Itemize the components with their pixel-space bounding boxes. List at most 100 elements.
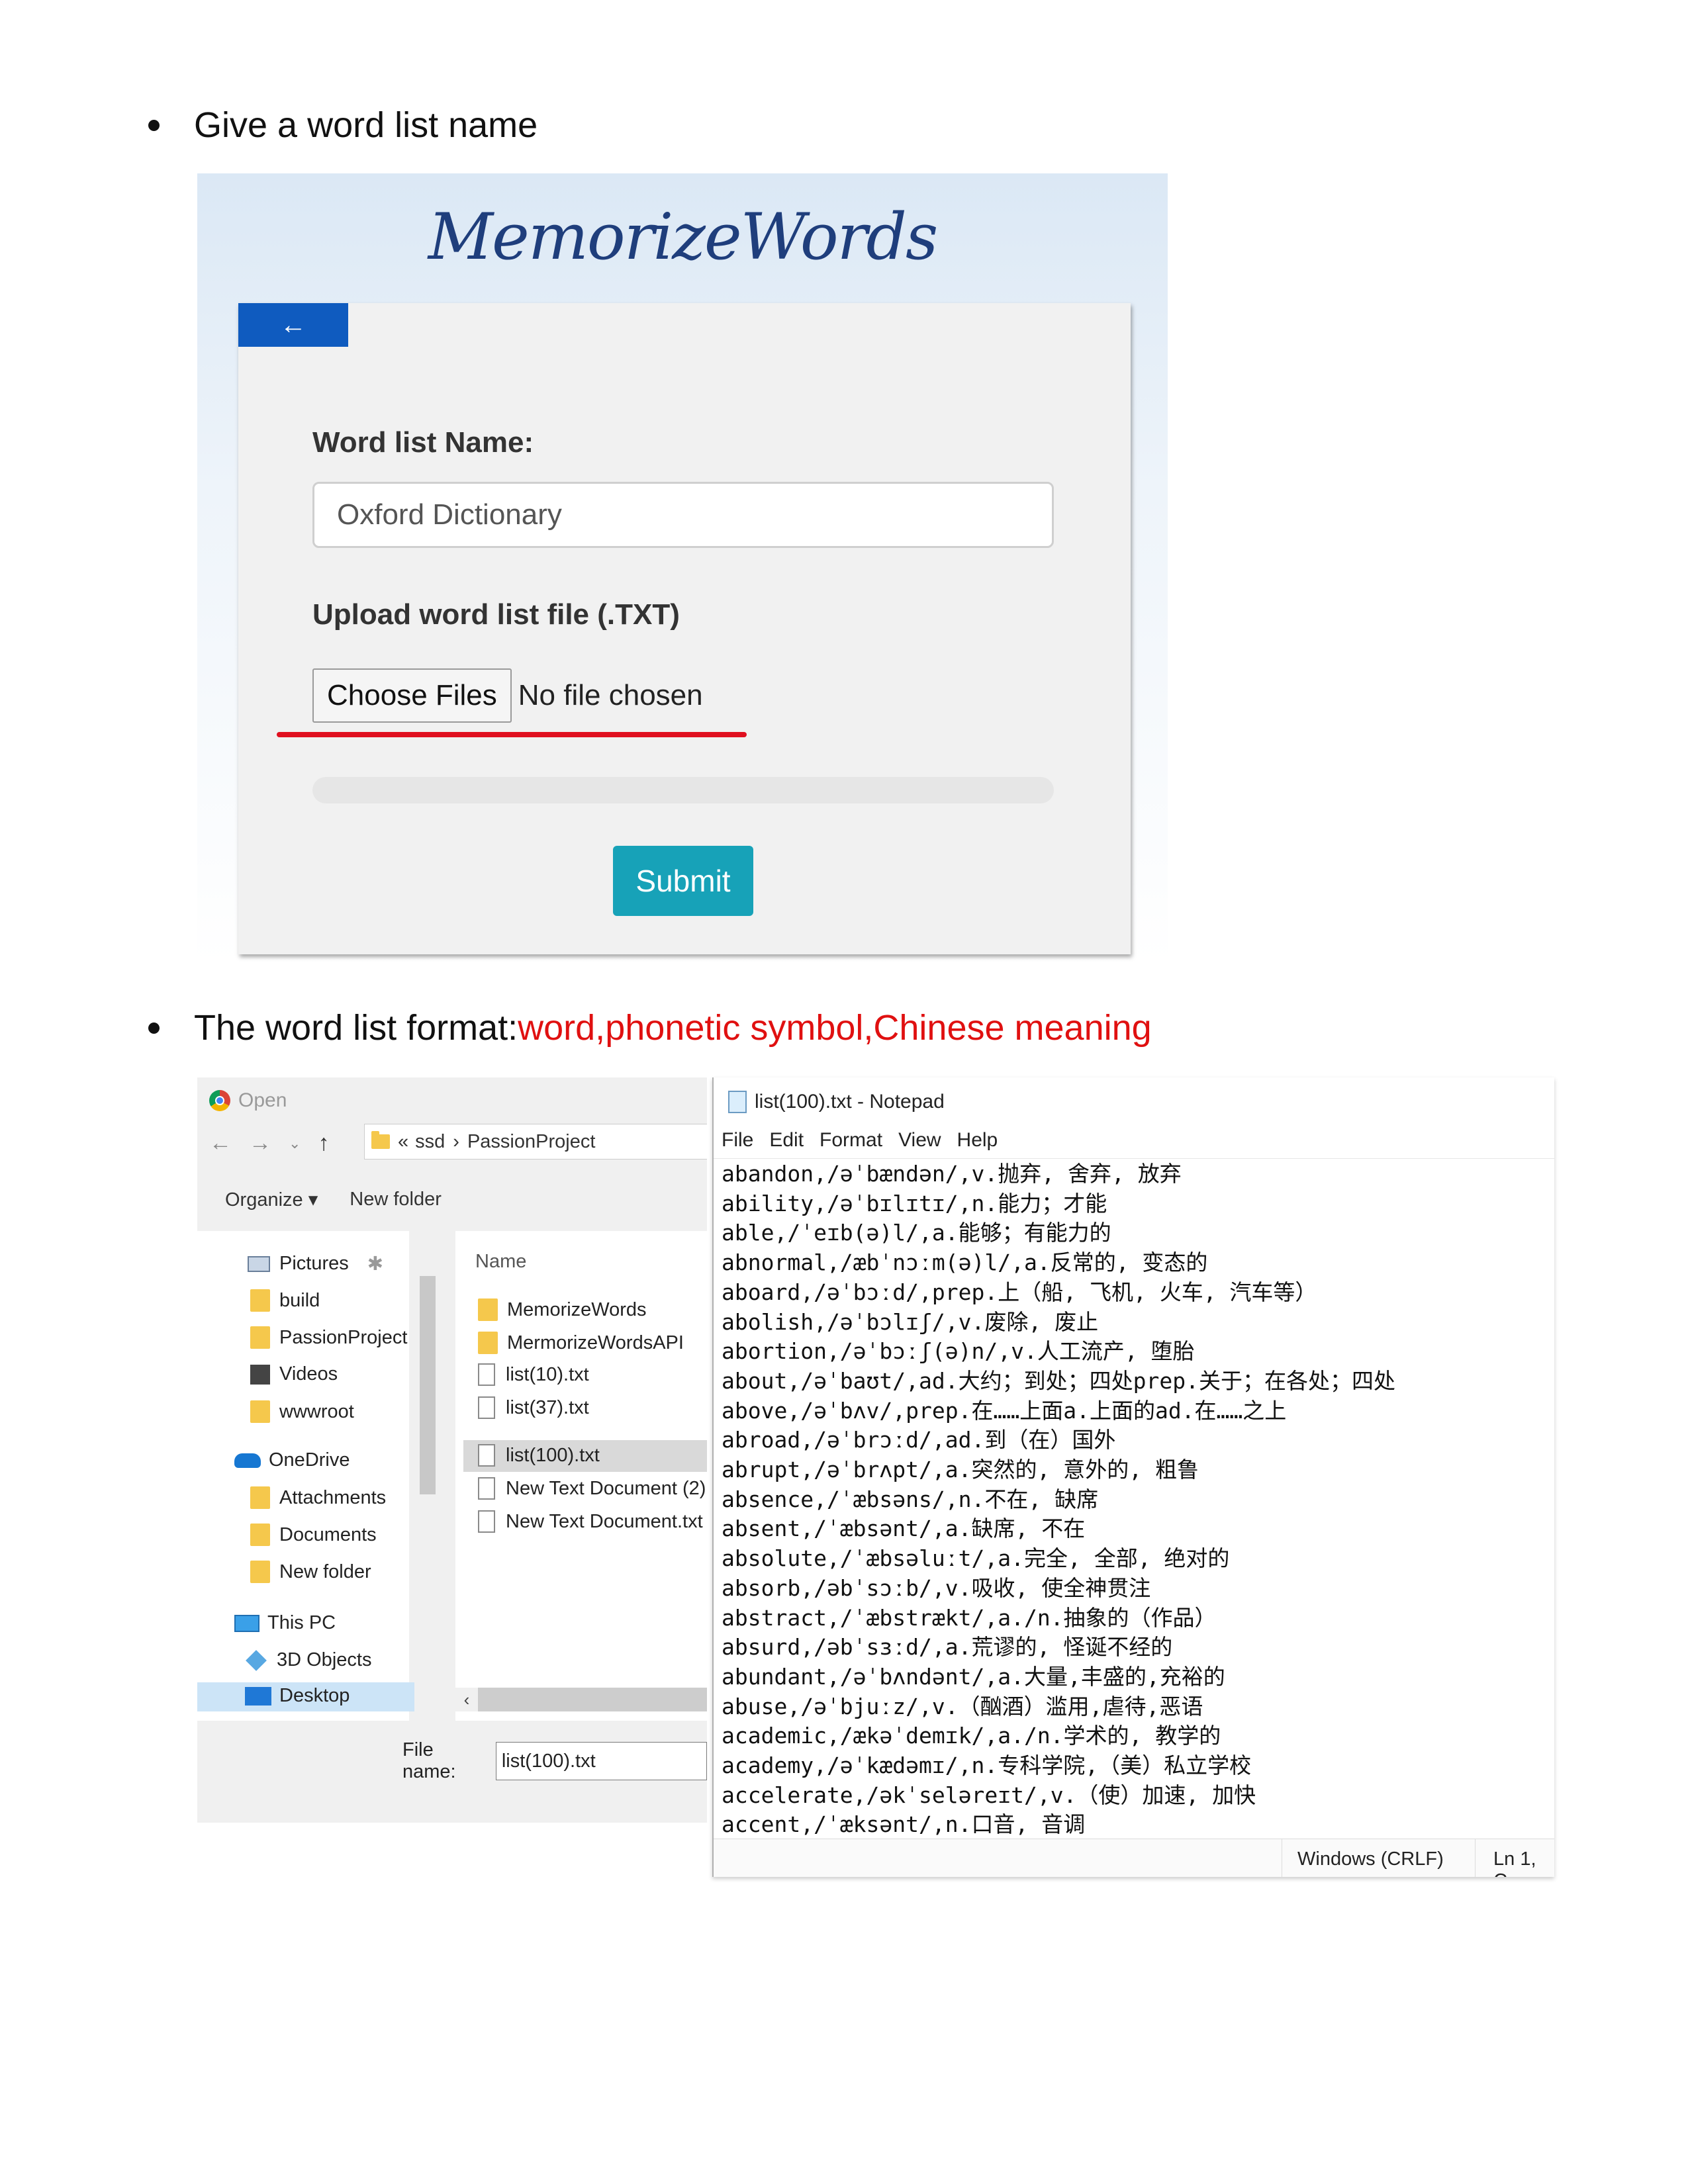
menu-divider: [714, 1158, 1554, 1159]
menu-edit[interactable]: Edit: [769, 1129, 804, 1152]
notepad-text-area[interactable]: abandon,/əˈbændən/,v.抛弃, 舍弃, 放弃 ability,/…: [722, 1160, 1395, 1840]
bullet-heading-2: The word list format: word,phonetic symb…: [148, 1007, 1152, 1048]
notepad-line: ability,/əˈbɪlɪtɪ/,n.能力；才能: [722, 1190, 1107, 1216]
file-input[interactable]: Choose Files No file chosen: [312, 668, 703, 723]
notepad-line: absurd,/əbˈsɜːd/,a.荒谬的, 怪诞不经的: [722, 1634, 1173, 1661]
tree-item-wwwroot[interactable]: wwwroot: [250, 1400, 354, 1423]
horizontal-scrollbar[interactable]: [455, 1688, 707, 1711]
file-item-selected[interactable]: list(100).txt: [478, 1444, 600, 1467]
progress-bar: [312, 777, 1054, 803]
file-label: MemorizeWords: [507, 1298, 647, 1320]
pin-icon[interactable]: ✱: [367, 1252, 383, 1275]
tree-item-videos[interactable]: Videos: [250, 1363, 338, 1385]
menu-help[interactable]: Help: [957, 1129, 998, 1152]
text-file-icon: [478, 1396, 495, 1419]
tree-item-pictures[interactable]: Pictures ✱: [248, 1252, 383, 1275]
folder-icon: [478, 1332, 498, 1354]
format-heading-text: The word list format:: [194, 1008, 518, 1048]
format-heading-highlight: word,phonetic symbol,Chinese meaning: [518, 1008, 1152, 1048]
tree-item-build[interactable]: build: [250, 1289, 320, 1312]
status-encoding: Windows (CRLF): [1297, 1848, 1444, 1870]
menu-file[interactable]: File: [722, 1129, 753, 1152]
tree-label: 3D Objects: [277, 1649, 372, 1670]
file-name-input[interactable]: list(100).txt: [495, 1742, 707, 1780]
notepad-line: about,/əˈbaʊt/,ad.大约；到处；四处prep.关于；在各处；四处: [722, 1367, 1395, 1394]
notepad-menu: File Edit Format View Help: [722, 1129, 1013, 1152]
new-folder-button[interactable]: New folder: [350, 1189, 442, 1210]
menu-view[interactable]: View: [898, 1129, 941, 1152]
notepad-line: absolute,/ˈæbsəluːt/,a.完全, 全部, 绝对的: [722, 1545, 1230, 1572]
notepad-line: abortion,/əˈbɔːʃ(ə)n/,v.人工流产, 堕胎: [722, 1338, 1195, 1365]
forward-arrow-icon[interactable]: →: [249, 1130, 271, 1156]
address-bar[interactable]: « ssd › PassionProject: [364, 1124, 707, 1160]
notepad-line: academic,/ækəˈdemɪk/,a./n.学术的, 教学的: [722, 1723, 1221, 1749]
tree-item-this-pc[interactable]: This PC: [234, 1612, 336, 1634]
tree-label: Documents: [279, 1524, 377, 1545]
file-item[interactable]: list(10).txt: [478, 1363, 589, 1386]
tree-item-desktop[interactable]: Desktop: [245, 1685, 350, 1707]
notepad-line: academy,/əˈkædəmɪ/,n.专科学院,（美）私立学校: [722, 1752, 1252, 1779]
notepad-line: abundant,/əˈbʌndənt/,a.大量,丰盛的,充裕的: [722, 1663, 1225, 1690]
dialog-title-text: Open: [238, 1089, 287, 1111]
file-label: list(37).txt: [506, 1396, 589, 1418]
tree-item-documents[interactable]: Documents: [250, 1524, 377, 1546]
tree-item-new-folder[interactable]: New folder: [250, 1561, 371, 1583]
tree-item-passionproject[interactable]: PassionProject: [250, 1326, 407, 1349]
no-file-text: No file chosen: [518, 679, 703, 711]
notepad-line: aboard,/əˈbɔːd/,prep.上（船, 飞机, 火车, 汽车等）: [722, 1279, 1317, 1305]
text-file-icon: [478, 1363, 495, 1386]
file-item[interactable]: New Text Document (2).: [478, 1477, 707, 1500]
choose-files-button[interactable]: Choose Files: [312, 668, 512, 723]
notepad-line: abrupt,/əˈbrʌpt/,a.突然的, 意外的, 粗鲁: [722, 1457, 1199, 1483]
breadcrumb-separator: ›: [453, 1130, 459, 1152]
notepad-line: abnormal,/æbˈnɔːm(ə)l/,a.反常的, 变态的: [722, 1250, 1208, 1276]
tree-item-onedrive[interactable]: OneDrive: [234, 1449, 350, 1471]
file-label: New Text Document (2).: [506, 1477, 707, 1499]
back-button[interactable]: ←: [238, 303, 348, 347]
dialog-toolbar: Organize ▾ New folder: [197, 1177, 707, 1222]
tree-label: Pictures: [279, 1253, 349, 1274]
file-item[interactable]: list(37).txt: [478, 1396, 589, 1419]
notepad-status-bar: Windows (CRLF) Ln 1, C: [714, 1839, 1554, 1877]
notepad-line: accelerate,/əkˈseləreɪt/,v.（使）加速, 加快: [722, 1782, 1256, 1808]
folder-icon: [250, 1326, 270, 1349]
chevron-down-icon[interactable]: ⌄: [289, 1135, 301, 1152]
tree-item-attachments[interactable]: Attachments: [250, 1486, 386, 1509]
notepad-line: above,/əˈbʌv/,prep.在……上面a.上面的ad.在……之上: [722, 1397, 1287, 1424]
file-item[interactable]: MemorizeWords: [478, 1298, 647, 1321]
status-position: Ln 1, C: [1493, 1848, 1536, 1877]
tree-label: Attachments: [279, 1486, 387, 1508]
bullet-heading-1: Give a word list name: [148, 105, 538, 146]
up-arrow-icon[interactable]: ↑: [318, 1130, 329, 1156]
menu-format[interactable]: Format: [820, 1129, 882, 1152]
notepad-line: abroad,/əˈbrɔːd/,ad.到（在）国外: [722, 1427, 1116, 1453]
folder-icon: [371, 1131, 390, 1149]
organize-button[interactable]: Organize ▾: [225, 1188, 318, 1211]
breadcrumb-ssd[interactable]: ssd: [415, 1131, 445, 1153]
notepad-line: abuse,/əˈbjuːz/,v.（酗酒）滥用,虐待,恶语: [722, 1693, 1203, 1719]
scroll-left-icon[interactable]: ‹: [455, 1688, 478, 1711]
heading-text: Give a word list name: [194, 105, 538, 145]
file-item[interactable]: MermorizeWordsAPI: [478, 1332, 684, 1354]
back-arrow-icon[interactable]: ←: [209, 1130, 232, 1156]
file-label: list(10).txt: [506, 1363, 589, 1385]
file-label: MermorizeWordsAPI: [507, 1332, 684, 1353]
pc-icon: [234, 1614, 259, 1632]
column-header-name[interactable]: Name: [475, 1251, 526, 1273]
breadcrumb-passionproject[interactable]: PassionProject: [467, 1131, 595, 1153]
tree-label: New folder: [279, 1561, 371, 1582]
tree-item-3d-objects[interactable]: 3D Objects: [246, 1649, 371, 1671]
name-label: Word list Name:: [312, 426, 534, 459]
word-list-name-input[interactable]: Oxford Dictionary: [312, 482, 1054, 548]
address-overflow[interactable]: «: [398, 1131, 408, 1153]
notepad-line: abandon,/əˈbændən/,v.抛弃, 舍弃, 放弃: [722, 1161, 1182, 1187]
notepad-line: abolish,/əˈbɔlɪʃ/,v.废除, 废止: [722, 1308, 1099, 1335]
notepad-window: list(100).txt - Notepad File Edit Format…: [712, 1077, 1554, 1877]
file-item[interactable]: New Text Document.txt: [478, 1510, 703, 1533]
word-list-name-value: Oxford Dictionary: [337, 498, 562, 531]
folder-icon: [250, 1289, 270, 1312]
notepad-line: accent,/ˈæksənt/,n.口音, 音调: [722, 1811, 1086, 1838]
notepad-line: absent,/ˈæbsənt/,a.缺席, 不在: [722, 1516, 1086, 1542]
submit-button[interactable]: Submit: [613, 846, 753, 916]
nav-scroll-thumb[interactable]: [420, 1276, 436, 1494]
